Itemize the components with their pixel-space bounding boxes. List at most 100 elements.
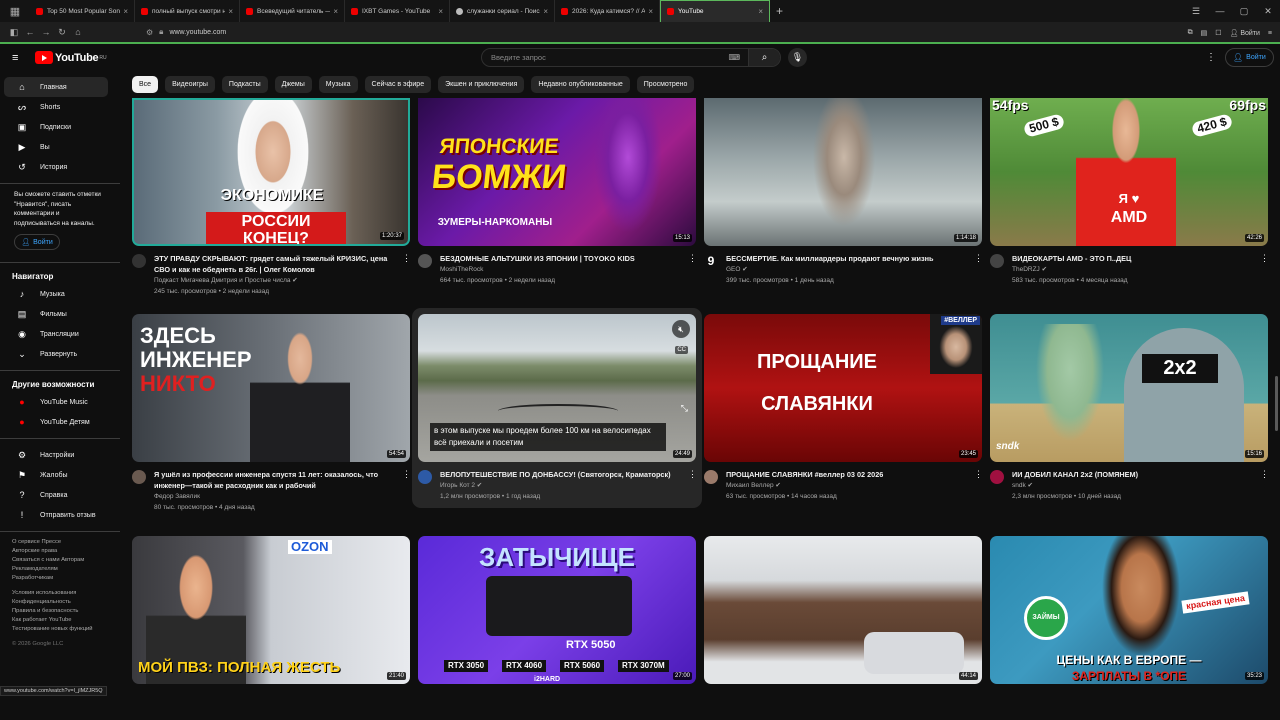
channel-name[interactable]: MoshiTheRock (440, 264, 682, 275)
site-settings-icon[interactable]: ⚙ (146, 28, 153, 37)
video-thumbnail[interactable]: 44:14 (704, 536, 982, 684)
fullscreen-icon[interactable]: ⤡ (681, 403, 688, 414)
more-actions-icon[interactable]: ⋮ (402, 253, 411, 264)
forward-icon[interactable]: → (38, 27, 54, 37)
new-tab-button[interactable]: + (770, 4, 789, 18)
avatar[interactable] (418, 470, 432, 484)
browser-tab[interactable]: Top 50 Most Popular Songs by× (30, 0, 135, 22)
sidebar-item-history[interactable]: ↺ История (4, 157, 108, 177)
video-card[interactable]: ЗАЙМЫ красная цена ЦЕНЫ КАК В ЕВРОПЕ — З… (990, 536, 1268, 684)
bookmark-icon[interactable]: ☐ (1215, 29, 1221, 37)
channel-name[interactable]: GEO ✔ (726, 264, 968, 275)
chip-jams[interactable]: Джемы (274, 76, 312, 93)
chip-videogames[interactable]: Видеоигры (165, 76, 215, 93)
video-thumbnail[interactable]: ЗАТЫЧИЩЕ RTX 5050 RTX 3050 RTX 4060 RTX … (418, 536, 696, 684)
avatar[interactable] (132, 254, 146, 268)
sidebar-item-you[interactable]: ▶ Вы (4, 137, 108, 157)
close-window-icon[interactable]: ✕ (1256, 6, 1280, 17)
captions-icon[interactable]: CC (675, 346, 688, 354)
browser-menu-button[interactable]: ≡ (1268, 30, 1272, 37)
video-thumbnail[interactable]: OZON МОЙ ПВЗ: ПОЛНАЯ ЖЕСТЬ 21:40 (132, 536, 410, 684)
chip-action[interactable]: Экшен и приключения (438, 76, 525, 93)
close-icon[interactable]: × (648, 7, 653, 16)
browser-tab-active[interactable]: YouTube × (660, 0, 770, 22)
chip-all[interactable]: Все (132, 76, 159, 93)
video-title[interactable]: ВЕЛОПУТЕШЕСТВИЕ ПО ДОНБАССУ! (Святогорск… (440, 469, 682, 480)
video-title[interactable]: ЭТУ ПРАВДУ СКРЫВАЮТ: грядет самый тяжелы… (154, 253, 396, 275)
video-card[interactable]: 1:14:18 9 БЕССМЕРТИЕ. Как миллиардеры пр… (704, 98, 983, 286)
more-actions-icon[interactable]: ⋮ (974, 253, 983, 264)
video-thumbnail[interactable]: 54fps 500 $ 69fps 420 $ Я ♥ AMD 42:26 (990, 98, 1268, 246)
chip-live[interactable]: Сейчас в эфире (364, 76, 432, 93)
video-card-hovered[interactable]: 🔇︎ CC ⤡ в этом выпуске мы проедем более … (412, 308, 702, 508)
footer-link[interactable]: Правила и безопасность (12, 607, 108, 616)
more-actions-icon[interactable]: ⋮ (1260, 469, 1269, 480)
browser-signin-button[interactable]: 👤︎ Войти (1229, 29, 1259, 37)
avatar[interactable] (990, 470, 1004, 484)
more-actions-icon[interactable]: ⋮ (402, 469, 411, 480)
avatar[interactable] (704, 470, 718, 484)
scrollbar[interactable] (1275, 376, 1278, 431)
video-card[interactable]: 54fps 500 $ 69fps 420 $ Я ♥ AMD 42:26 ВИ… (990, 98, 1269, 286)
footer-link[interactable]: Условия использования (12, 589, 108, 598)
footer-link[interactable]: О сервисе Прессе (12, 538, 108, 547)
minimize-icon[interactable]: — (1208, 6, 1232, 16)
footer-link[interactable]: Конфиденциальность (12, 598, 108, 607)
back-icon[interactable]: ← (22, 27, 38, 37)
video-thumbnail[interactable]: #ВЕЛЛЕР ПРОЩАНИЕ СЛАВЯНКИ 23:45 (704, 314, 982, 462)
video-title[interactable]: ПРОЩАНИЕ СЛАВЯНКИ #веллер 03 02 2026 (726, 469, 968, 480)
close-icon[interactable]: × (438, 7, 443, 16)
sidebar-item-youtube-music[interactable]: ● YouTube Music (4, 392, 108, 412)
channel-name[interactable]: sndk ✔ (1012, 480, 1254, 491)
avatar[interactable]: 9 (704, 254, 718, 268)
sidebar-item-music[interactable]: ♪ Музыка (4, 284, 108, 304)
sidebar-item-home[interactable]: ⌂ Главная (4, 77, 108, 97)
more-actions-icon[interactable]: ⋮ (688, 469, 697, 480)
search-button[interactable]: ⌕ (748, 49, 780, 66)
browser-tab[interactable]: IXBT Games - YouTube × (345, 0, 450, 22)
browser-menu-icon[interactable]: ▦ (0, 0, 30, 22)
close-icon[interactable]: × (758, 7, 763, 16)
sidebar-item-expand[interactable]: ⌄ Развернуть (4, 344, 108, 364)
footer-link[interactable]: Связаться с нами Авторам (12, 556, 108, 565)
video-card[interactable]: ЗДЕСЬ ИНЖЕНЕР НИКТО 54:54 Я ушёл из проф… (132, 314, 411, 513)
footer-link[interactable]: Разработчикам (12, 574, 108, 583)
sidebar-item-youtube-kids[interactable]: ● YouTube Детям (4, 412, 108, 432)
sidebar-item-live[interactable]: ◉ Трансляции (4, 324, 108, 344)
video-thumbnail[interactable]: ЭКОНОМИКЕ РОССИИ КОНЕЦ? 1:20:37 (132, 98, 410, 246)
translate-icon[interactable]: ⧉ (1188, 29, 1193, 37)
more-actions-icon[interactable]: ⋮ (1260, 253, 1269, 264)
voice-search-button[interactable]: 🎙︎ (788, 48, 807, 67)
close-icon[interactable]: × (543, 7, 548, 16)
channel-name[interactable]: Михаил Веллер ✔ (726, 480, 968, 491)
search-input[interactable]: Введите запрос (482, 53, 728, 62)
video-card[interactable]: ЗАТЫЧИЩЕ RTX 5050 RTX 3050 RTX 4060 RTX … (418, 536, 696, 684)
chip-watched[interactable]: Просмотрено (636, 76, 695, 93)
close-icon[interactable]: × (228, 7, 233, 16)
url-field[interactable]: ⚙ 🔒︎ www.youtube.com (146, 27, 1076, 37)
avatar[interactable] (990, 254, 1004, 268)
sidebar-item-reports[interactable]: ⚑ Жалобы (4, 465, 108, 485)
sidebar-item-help[interactable]: ? Справка (4, 485, 108, 505)
maximize-icon[interactable]: ▢ (1232, 6, 1256, 17)
video-thumbnail[interactable]: ЗДЕСЬ ИНЖЕНЕР НИКТО 54:54 (132, 314, 410, 462)
browser-tab[interactable]: полный выпуск смотри на × (135, 0, 240, 22)
mute-icon[interactable]: 🔇︎ (672, 320, 690, 338)
chip-podcasts[interactable]: Подкасты (221, 76, 268, 93)
avatar[interactable] (418, 254, 432, 268)
footer-link[interactable]: Авторские права (12, 547, 108, 556)
youtube-logo[interactable]: YouTube RU (35, 51, 107, 64)
channel-name[interactable]: Игорь Кот 2 ✔ (440, 480, 682, 491)
settings-more-icon[interactable]: ⋮ (1206, 52, 1216, 63)
channel-name[interactable]: TheDRZJ ✔ (1012, 264, 1254, 275)
video-card[interactable]: OZON МОЙ ПВЗ: ПОЛНАЯ ЖЕСТЬ 21:40 (132, 536, 410, 684)
home-icon[interactable]: ⌂ (70, 27, 86, 37)
signin-button[interactable]: 👤︎ Войти (1225, 48, 1274, 67)
video-card[interactable]: 2x2 sndk 15:16 ИИ ДОБИЛ КАНАЛ 2x2 (ПОМЯН… (990, 314, 1269, 502)
video-title[interactable]: ВИДЕОКАРТЫ AMD - ЭТО П..ДЕЦ (1012, 253, 1254, 264)
footer-link[interactable]: Тестирование новых функций (12, 625, 108, 634)
video-title[interactable]: Я ушёл из профессии инженера спустя 11 л… (154, 469, 396, 491)
video-card[interactable]: ЯПОНСКИЕ БОМЖИ ЗУМЕРЫ-НАРКОМАНЫ 15:13 БЕ… (418, 98, 697, 286)
video-thumbnail[interactable]: 2x2 sndk 15:16 (990, 314, 1268, 462)
video-card[interactable]: #ВЕЛЛЕР ПРОЩАНИЕ СЛАВЯНКИ 23:45 ПРОЩАНИЕ… (704, 314, 983, 502)
